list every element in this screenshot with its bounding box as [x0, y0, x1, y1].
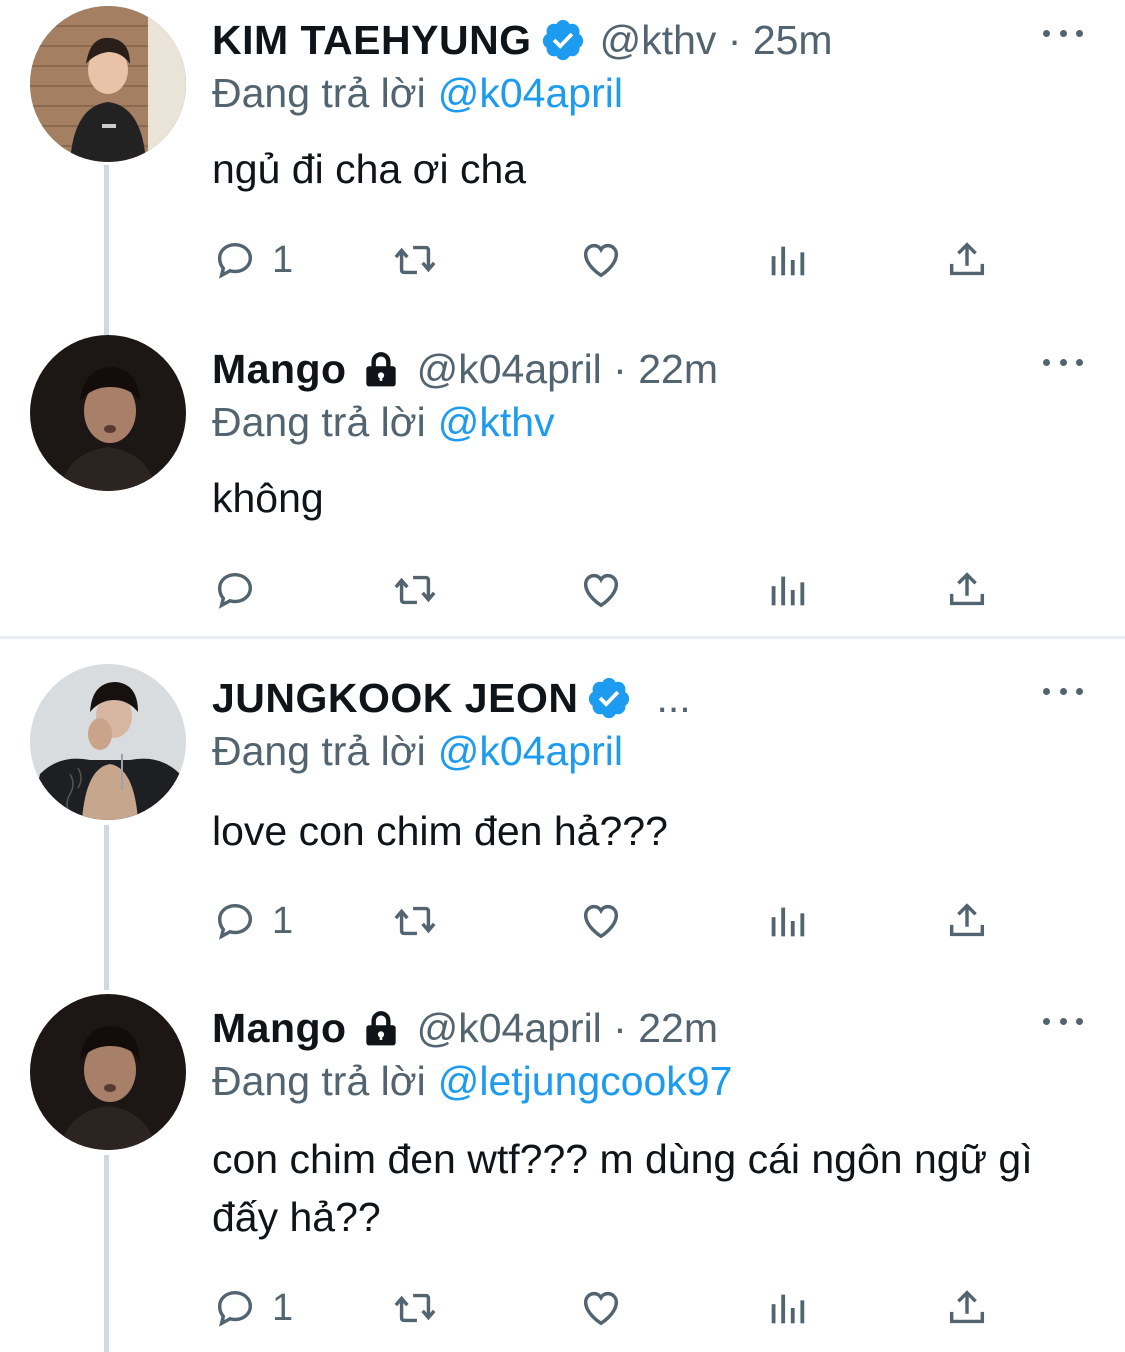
like-button[interactable]: [578, 1283, 624, 1333]
tweet-text: ngủ đi cha ơi cha: [212, 146, 527, 192]
replying-to: Đang trả lời @k04april: [212, 728, 623, 775]
tweet-text: love con chim đen hả???: [212, 808, 668, 854]
replying-label: Đang trả lời: [212, 728, 426, 774]
tweet-text: con chim đen wtf??? m dùng cái ngôn ngữ …: [212, 1136, 1033, 1240]
avatar[interactable]: [30, 994, 186, 1150]
handle-timestamp[interactable]: @k04april · 22m: [417, 346, 718, 393]
handle-timestamp[interactable]: ...: [656, 675, 690, 722]
tweet-header: KIM TAEHYUNG @kthv · 25m: [212, 10, 833, 70]
display-name[interactable]: Mango: [212, 1005, 347, 1052]
more-options-icon[interactable]: [1043, 676, 1083, 706]
tweet[interactable]: KIM TAEHYUNG @kthv · 25m Đang trả lời @k0…: [0, 6, 1125, 326]
share-icon: [949, 1290, 985, 1324]
action-bar: 1: [212, 235, 1012, 285]
mention-link[interactable]: @k04april: [438, 728, 623, 774]
share-icon: [949, 903, 985, 937]
avatar[interactable]: [30, 335, 186, 491]
display-name[interactable]: KIM TAEHYUNG: [212, 17, 532, 64]
avatar[interactable]: [30, 6, 186, 162]
share-button[interactable]: [944, 896, 990, 946]
display-name[interactable]: Mango: [212, 346, 347, 393]
reply-button[interactable]: 1: [212, 1283, 293, 1333]
retweet-icon: [394, 906, 436, 936]
replying-to: Đang trả lời @k04april: [212, 70, 623, 117]
reply-count: 1: [272, 899, 294, 942]
action-bar: 1: [212, 1283, 1012, 1333]
share-button[interactable]: [944, 1283, 990, 1333]
retweet-icon: [394, 245, 436, 275]
share-button[interactable]: [944, 235, 990, 285]
analytics-button[interactable]: [764, 1283, 810, 1333]
avatar[interactable]: [30, 664, 186, 820]
analytics-icon: [771, 907, 805, 937]
analytics-icon: [771, 1294, 805, 1324]
reply-icon: [217, 1290, 253, 1327]
reply-button[interactable]: 1: [212, 896, 293, 946]
retweet-button[interactable]: [392, 235, 438, 285]
replying-label: Đang trả lời: [212, 1058, 426, 1104]
lock-icon: [365, 1011, 396, 1046]
more-options-icon[interactable]: [1043, 1006, 1083, 1036]
heart-icon: [583, 573, 619, 608]
retweet-button[interactable]: [392, 565, 438, 615]
analytics-icon: [771, 576, 805, 606]
more-options-icon[interactable]: [1043, 347, 1083, 377]
display-name[interactable]: JUNGKOOK JEON: [212, 675, 578, 722]
action-bar: 1: [212, 896, 1012, 946]
like-button[interactable]: [578, 565, 624, 615]
analytics-button[interactable]: [764, 565, 810, 615]
replying-to: Đang trả lời @letjungcook97: [212, 1058, 732, 1105]
like-button[interactable]: [578, 235, 624, 285]
share-button[interactable]: [944, 565, 990, 615]
verified-icon: [589, 677, 630, 719]
tweet-header: Mango @k04april · 22m: [212, 339, 718, 399]
heart-icon: [583, 1291, 619, 1326]
reply-icon: [217, 242, 253, 279]
replying-to: Đang trả lời @kthv: [212, 399, 555, 446]
mention-link[interactable]: @letjungcook97: [438, 1058, 733, 1104]
tweet-text: không: [212, 475, 324, 521]
tweet-header: Mango @k04april · 22m: [212, 998, 718, 1058]
more-options-icon[interactable]: [1043, 18, 1083, 48]
retweet-button[interactable]: [392, 1283, 438, 1333]
tweet[interactable]: Mango @k04april · 22m Đang trả lời @letju…: [0, 994, 1125, 1352]
handle-timestamp[interactable]: @k04april · 22m: [417, 1005, 718, 1052]
mention-link[interactable]: @kthv: [438, 399, 555, 445]
tweet[interactable]: JUNGKOOK JEON ... Đang trả lời @k04april …: [0, 664, 1125, 974]
reply-count: 1: [272, 1286, 294, 1329]
analytics-icon: [771, 246, 805, 276]
analytics-button[interactable]: [764, 896, 810, 946]
share-icon: [949, 572, 985, 606]
heart-icon: [583, 243, 619, 278]
reply-icon: [217, 572, 253, 609]
mention-link[interactable]: @k04april: [438, 70, 623, 116]
replying-label: Đang trả lời: [212, 70, 426, 116]
lock-icon: [365, 352, 396, 387]
verified-icon: [542, 19, 583, 61]
reply-count: 1: [272, 238, 294, 281]
retweet-button[interactable]: [392, 896, 438, 946]
like-button[interactable]: [578, 896, 624, 946]
share-icon: [949, 242, 985, 276]
reply-button[interactable]: [212, 565, 272, 615]
reply-button[interactable]: 1: [212, 235, 293, 285]
tweet-header: JUNGKOOK JEON ...: [212, 668, 691, 728]
analytics-button[interactable]: [764, 235, 810, 285]
divider: [0, 636, 1125, 639]
replying-label: Đang trả lời: [212, 399, 426, 445]
tweet[interactable]: Mango @k04april · 22m Đang trả lời @kthv …: [0, 335, 1125, 635]
reply-icon: [217, 903, 253, 940]
heart-icon: [583, 904, 619, 939]
action-bar: [212, 565, 1012, 615]
handle-timestamp[interactable]: @kthv · 25m: [600, 17, 833, 64]
retweet-icon: [394, 575, 436, 605]
retweet-icon: [394, 1293, 436, 1323]
